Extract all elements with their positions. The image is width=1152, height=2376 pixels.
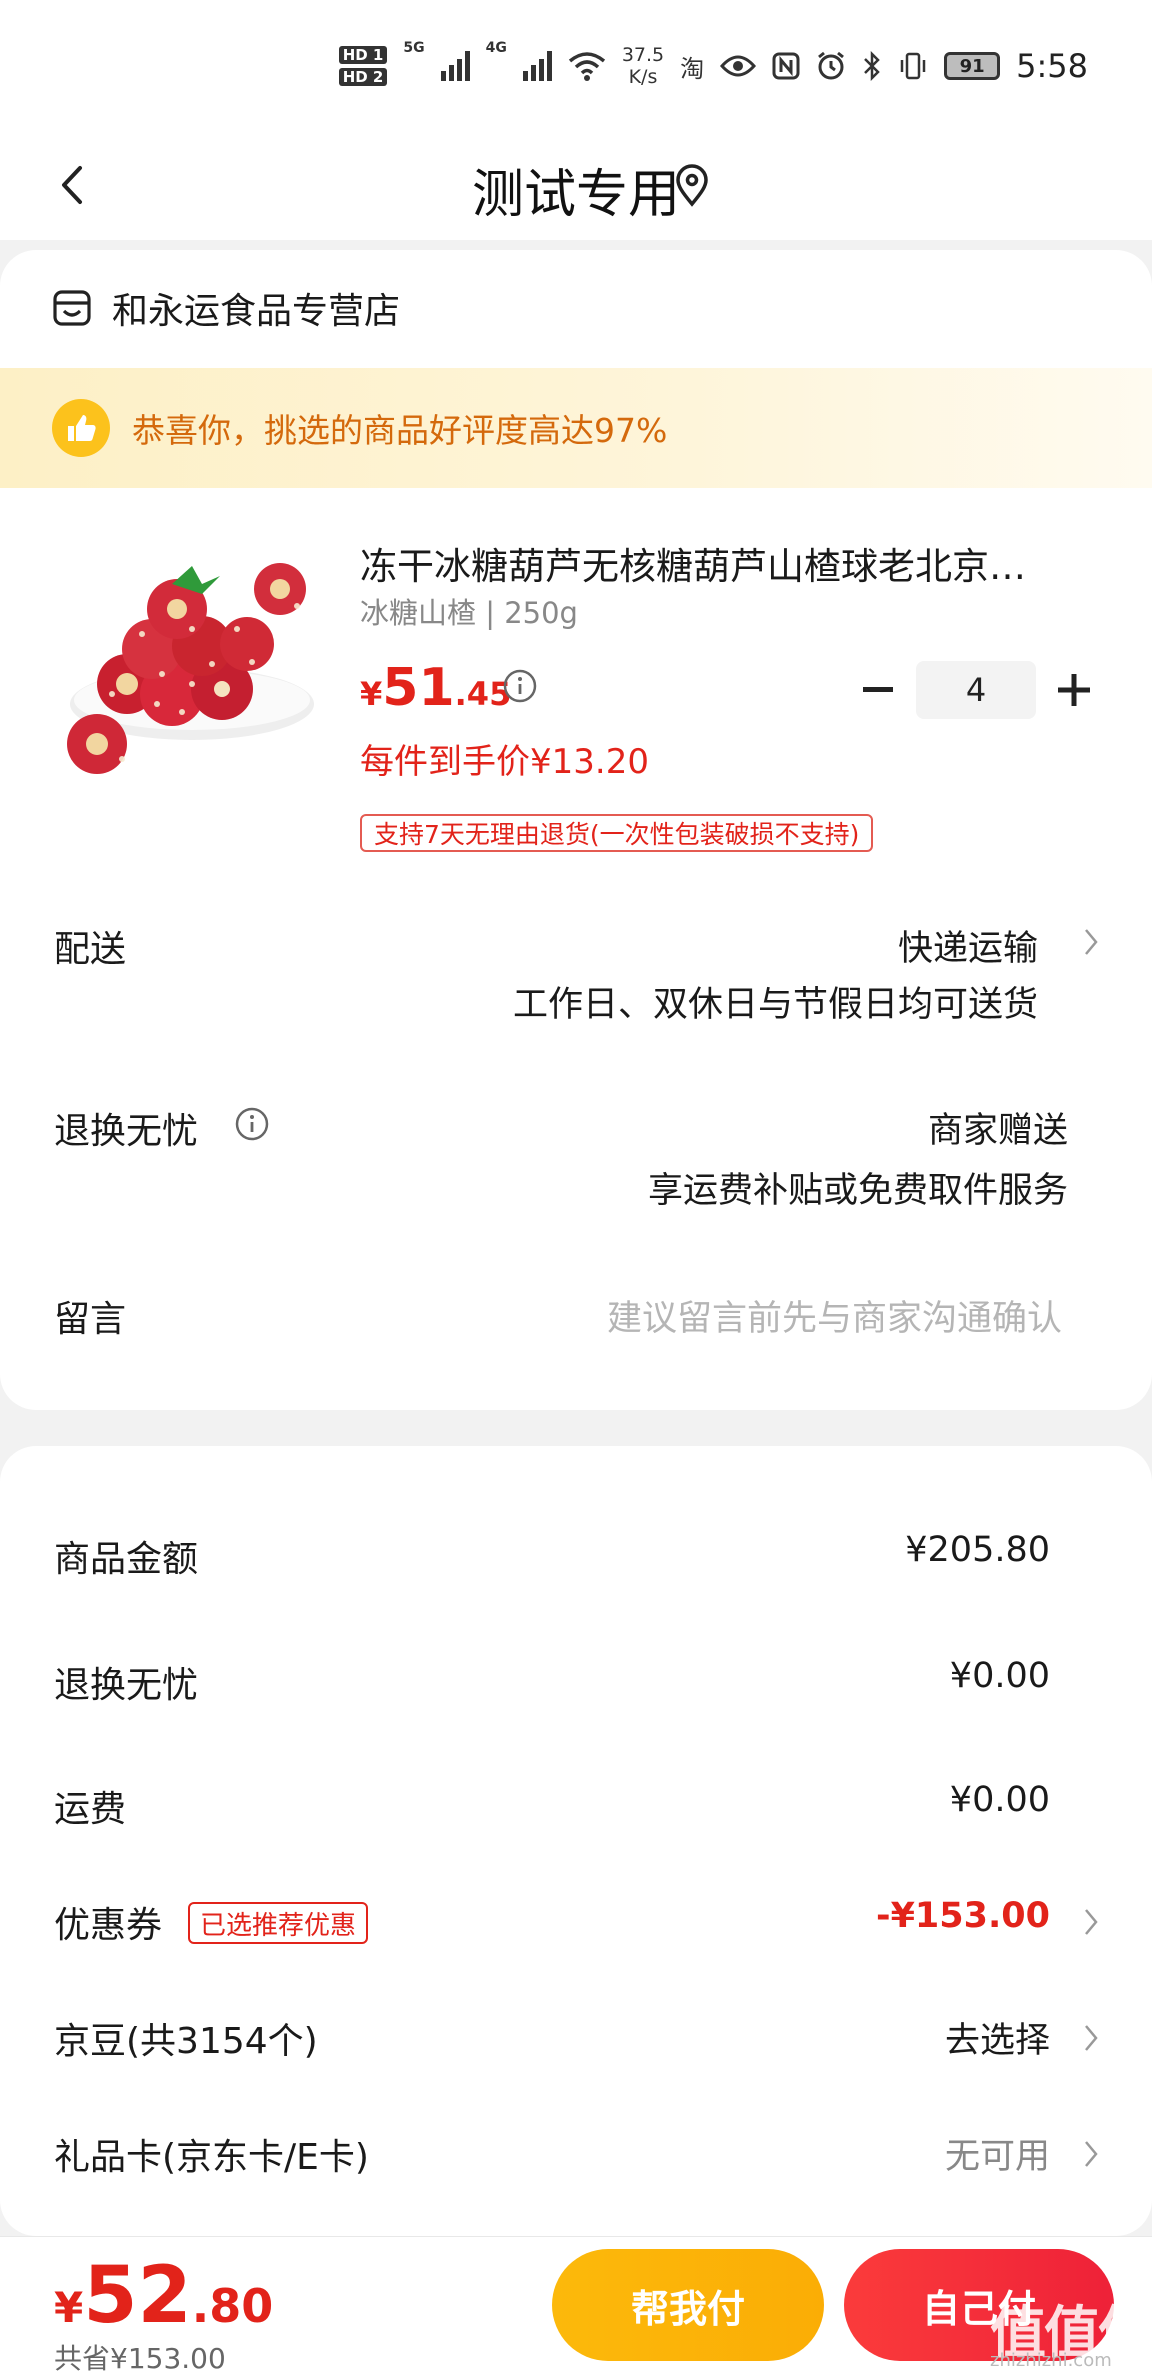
quantity-input[interactable]: 4 <box>916 661 1036 719</box>
signal-icon <box>440 51 470 81</box>
return-service-row: 退换无忧 商家赠送 享运费补贴或免费取件服务 <box>0 1102 1152 1222</box>
return-service-value: 商家赠送 <box>927 1111 1068 1151</box>
jingdou-label: 京豆(共3154个) <box>54 2021 318 2062</box>
store-icon <box>53 290 91 326</box>
product-price: ¥ 51 .45 <box>360 658 512 718</box>
gift-card-row[interactable]: 礼品卡(京东卡/E卡) 无可用 <box>0 2112 1152 2192</box>
quantity-stepper: 4 <box>856 658 1096 722</box>
goods-amount-value: ¥205.80 <box>905 1530 1050 1570</box>
taobao-icon: 淘 <box>680 54 705 83</box>
total-price: ¥ 52 .80 <box>54 2251 274 2341</box>
delivery-method: 快递运输 <box>897 929 1038 969</box>
vibrate-icon <box>900 52 926 80</box>
quantity-decrease-button[interactable] <box>856 668 900 712</box>
wifi-icon <box>568 52 605 81</box>
hd-indicator: HD 1 HD 2 <box>338 46 388 86</box>
eye-icon <box>720 55 757 77</box>
price-info-icon[interactable] <box>502 668 538 704</box>
location-pin-icon[interactable] <box>672 164 712 208</box>
memo-row: 留言 建议留言前先与商家沟通确认 <box>0 1290 1152 1370</box>
coupon-row[interactable]: 优惠券 已选推荐优惠 -¥153.00 <box>0 1880 1152 1960</box>
delivery-row[interactable]: 配送 快递运输 工作日、双休日与节假日均可送货 <box>0 920 1152 1060</box>
signal-icon <box>522 51 552 81</box>
saved-amount: 共省¥153.00 <box>54 2342 226 2375</box>
return-info-icon[interactable] <box>234 1106 270 1142</box>
chevron-right-icon <box>1085 2141 1098 2167</box>
shipping-label: 运费 <box>54 1789 127 1830</box>
network-type-1: 5G <box>403 40 425 56</box>
return-fee-label: 退换无忧 <box>54 1665 199 1706</box>
network-type-2: 4G <box>485 40 507 56</box>
coupon-label: 优惠券 <box>54 1905 163 1946</box>
bluetooth-icon <box>864 51 880 81</box>
shipping-row: 运费 ¥0.00 <box>0 1764 1152 1844</box>
chevron-right-icon <box>1085 2025 1098 2051</box>
memo-input[interactable]: 建议留言前先与商家沟通确认 <box>607 1290 1062 1341</box>
store-header[interactable]: 和永运食品专营店 <box>52 278 400 338</box>
status-icons: HD 1 HD 2 5G 4G 37.5 K/s 淘 91 5:58 <box>338 36 1088 96</box>
watermark-url: zhizhizhi.com <box>990 2350 1112 2371</box>
jingdou-row[interactable]: 京豆(共3154个) 去选择 <box>0 1996 1152 2076</box>
praise-text: 恭喜你，挑选的商品好评度高达97% <box>132 411 668 450</box>
help-pay-button[interactable]: 帮我付 <box>552 2249 824 2361</box>
goods-amount-row: 商品金额 ¥205.80 <box>0 1514 1152 1594</box>
delivery-label: 配送 <box>54 929 127 970</box>
return-policy-badge: 支持7天无理由退货(一次性包装破损不支持) <box>360 814 874 852</box>
goods-amount-label: 商品金额 <box>54 1539 199 1580</box>
chevron-right-icon <box>1085 929 1098 955</box>
store-name: 和永运食品专营店 <box>112 291 401 332</box>
coupon-tag: 已选推荐优惠 <box>188 1902 369 1944</box>
nfc-icon <box>772 52 800 80</box>
order-item-card: 和永运食品专营店 恭喜你，挑选的商品好评度高达97% 冻干冰糖葫芦无核糖葫芦山楂… <box>0 250 1152 1410</box>
return-fee-value: ¥0.00 <box>949 1656 1050 1696</box>
quantity-increase-button[interactable] <box>1052 668 1096 712</box>
gift-card-value: 无可用 <box>944 2137 1050 2177</box>
memo-label: 留言 <box>54 1299 127 1340</box>
unit-price: 每件到手价¥13.20 <box>360 742 649 782</box>
gift-card-label: 礼品卡(京东卡/E卡) <box>54 2137 369 2178</box>
price-summary-card: 商品金额 ¥205.80 退换无忧 ¥0.00 运费 ¥0.00 优惠券 已选推… <box>0 1446 1152 2236</box>
battery-icon: 91 <box>944 52 1001 80</box>
return-service-label: 退换无忧 <box>54 1111 199 1152</box>
product-spec[interactable]: 冰糖山楂 | 250g <box>360 590 578 632</box>
shipping-value: ¥0.00 <box>949 1780 1050 1820</box>
network-speed: 37.5 K/s <box>621 44 665 88</box>
return-service-detail: 享运费补贴或免费取件服务 <box>647 1171 1068 1211</box>
product-image[interactable] <box>52 534 322 804</box>
chevron-right-icon <box>1085 1909 1098 1935</box>
thumbs-up-icon <box>52 399 110 457</box>
coupon-value: -¥153.00 <box>876 1896 1050 1936</box>
nav-bar: 测试专用 <box>0 130 1152 240</box>
return-fee-row: 退换无忧 ¥0.00 <box>0 1640 1152 1720</box>
status-bar: HD 1 HD 2 5G 4G 37.5 K/s 淘 91 5:58 <box>0 0 1152 130</box>
alarm-icon <box>818 51 845 80</box>
jingdou-value: 去选择 <box>944 2021 1050 2061</box>
checkout-bar: ¥ 52 .80 共省¥153.00 帮我付 自己付 <box>0 2236 1152 2376</box>
product-title[interactable]: 冻干冰糖葫芦无核糖葫芦山楂球老北京… <box>360 536 1080 590</box>
clock: 5:58 <box>1016 47 1088 85</box>
page-title: 测试专用 <box>471 165 680 225</box>
delivery-detail: 工作日、双休日与节假日均可送货 <box>512 985 1038 1025</box>
praise-banner: 恭喜你，挑选的商品好评度高达97% <box>0 368 1152 488</box>
